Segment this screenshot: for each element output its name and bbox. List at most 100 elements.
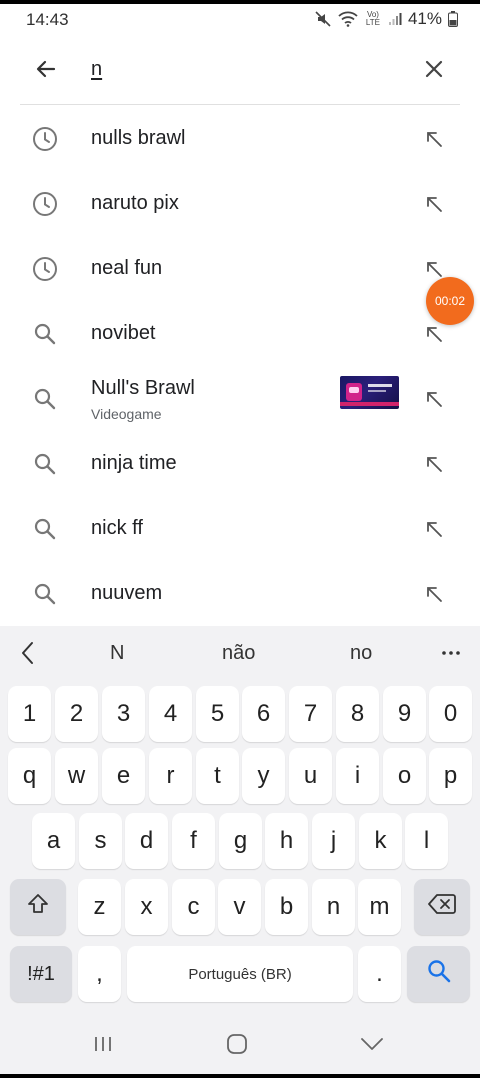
signal-icon bbox=[388, 12, 402, 26]
key-l[interactable]: l bbox=[405, 813, 448, 869]
suggestion-row[interactable]: novibet bbox=[0, 301, 480, 366]
suggestion-row[interactable]: ninja time bbox=[0, 431, 480, 496]
recent-apps-icon[interactable] bbox=[88, 1032, 118, 1056]
key-i[interactable]: i bbox=[336, 748, 379, 804]
prediction-2[interactable]: não bbox=[222, 642, 255, 665]
status-bar: 14:43 Vo) LTE 41% bbox=[0, 0, 480, 38]
arrow-left-icon bbox=[34, 57, 58, 86]
key-u[interactable]: u bbox=[289, 748, 332, 804]
keyboard: N não no 1 2 3 4 5 6 7 8 9 0 q w e r t y… bbox=[0, 626, 480, 1078]
key-f[interactable]: f bbox=[172, 813, 215, 869]
search-icon bbox=[31, 320, 59, 348]
symbols-key[interactable]: !#1 bbox=[10, 946, 72, 1002]
key-4[interactable]: 4 bbox=[149, 686, 192, 742]
hide-keyboard-chevron-down-icon[interactable] bbox=[357, 1032, 387, 1056]
key-6[interactable]: 6 bbox=[242, 686, 285, 742]
key-r[interactable]: r bbox=[149, 748, 192, 804]
fill-query-arrow-icon[interactable] bbox=[422, 322, 446, 346]
key-c[interactable]: c bbox=[172, 879, 215, 935]
key-8[interactable]: 8 bbox=[336, 686, 379, 742]
battery-percentage: 41% bbox=[407, 9, 442, 28]
game-logo-icon bbox=[346, 383, 362, 401]
suggestion-text: Null's Brawl bbox=[91, 377, 195, 399]
suggestion-text: ninja time bbox=[91, 452, 177, 474]
fill-query-arrow-icon[interactable] bbox=[422, 517, 446, 541]
key-3[interactable]: 3 bbox=[102, 686, 145, 742]
search-input[interactable]: n bbox=[91, 58, 102, 81]
search-icon bbox=[31, 450, 59, 478]
more-options-icon[interactable] bbox=[441, 642, 461, 668]
app-thumbnail bbox=[340, 376, 399, 409]
suggestion-row[interactable]: nick ff bbox=[0, 496, 480, 561]
search-divider bbox=[20, 104, 460, 105]
key-y[interactable]: y bbox=[242, 748, 285, 804]
key-t[interactable]: t bbox=[196, 748, 239, 804]
fill-query-arrow-icon[interactable] bbox=[422, 192, 446, 216]
back-button[interactable] bbox=[28, 53, 64, 89]
keyboard-toolbar: N não no bbox=[0, 626, 480, 682]
key-j[interactable]: j bbox=[312, 813, 355, 869]
key-0[interactable]: 0 bbox=[429, 686, 472, 742]
search-icon bbox=[426, 958, 452, 991]
search-action-key[interactable] bbox=[407, 946, 470, 1002]
app-suggestion-row[interactable]: Null's Brawl Videogame bbox=[0, 366, 480, 431]
battery-icon bbox=[448, 11, 458, 27]
key-2[interactable]: 2 bbox=[55, 686, 98, 742]
backspace-key[interactable] bbox=[414, 879, 470, 935]
key-o[interactable]: o bbox=[383, 748, 426, 804]
fill-query-arrow-icon[interactable] bbox=[422, 452, 446, 476]
key-7[interactable]: 7 bbox=[289, 686, 332, 742]
shift-key[interactable] bbox=[10, 879, 66, 935]
key-1[interactable]: 1 bbox=[8, 686, 51, 742]
history-clock-icon bbox=[31, 255, 59, 283]
key-s[interactable]: s bbox=[79, 813, 122, 869]
key-q[interactable]: q bbox=[8, 748, 51, 804]
key-v[interactable]: v bbox=[218, 879, 261, 935]
suggestion-row[interactable]: naruto pix bbox=[0, 171, 480, 236]
search-icon bbox=[31, 385, 59, 413]
key-w[interactable]: w bbox=[55, 748, 98, 804]
fill-query-arrow-icon[interactable] bbox=[422, 582, 446, 606]
mute-icon bbox=[314, 10, 332, 28]
space-key[interactable]: Português (BR) bbox=[127, 946, 353, 1002]
search-icon bbox=[31, 580, 59, 608]
key-n[interactable]: n bbox=[312, 879, 355, 935]
prediction-1[interactable]: N bbox=[110, 642, 124, 665]
key-m[interactable]: m bbox=[358, 879, 401, 935]
volte-lte-icon: Vo) LTE bbox=[365, 10, 380, 27]
key-a[interactable]: a bbox=[32, 813, 75, 869]
fill-query-arrow-icon[interactable] bbox=[422, 127, 446, 151]
collapse-toolbar-button[interactable] bbox=[18, 640, 38, 672]
close-icon bbox=[424, 59, 444, 84]
suggestion-text: naruto pix bbox=[91, 192, 179, 214]
key-g[interactable]: g bbox=[219, 813, 262, 869]
key-h[interactable]: h bbox=[265, 813, 308, 869]
suggestion-row[interactable]: nuuvem bbox=[0, 561, 480, 626]
key-x[interactable]: x bbox=[125, 879, 168, 935]
key-9[interactable]: 9 bbox=[383, 686, 426, 742]
key-z[interactable]: z bbox=[78, 879, 121, 935]
fill-query-arrow-icon[interactable] bbox=[422, 387, 446, 411]
screen-recording-timer[interactable]: 00:02 bbox=[426, 277, 474, 325]
wifi-icon bbox=[338, 11, 358, 27]
key-5[interactable]: 5 bbox=[196, 686, 239, 742]
key-d[interactable]: d bbox=[125, 813, 168, 869]
prediction-3[interactable]: no bbox=[350, 642, 372, 665]
clear-search-button[interactable] bbox=[416, 53, 452, 89]
key-b[interactable]: b bbox=[265, 879, 308, 935]
screen-bottom-edge bbox=[0, 1074, 480, 1078]
suggestion-row[interactable]: neal fun bbox=[0, 236, 480, 301]
system-navigation-bar bbox=[0, 1014, 480, 1078]
search-icon bbox=[31, 515, 59, 543]
suggestion-text: nulls brawl bbox=[91, 127, 186, 149]
period-key[interactable]: . bbox=[358, 946, 401, 1002]
key-k[interactable]: k bbox=[359, 813, 402, 869]
key-p[interactable]: p bbox=[429, 748, 472, 804]
suggestion-text: nick ff bbox=[91, 517, 143, 539]
comma-key[interactable]: , bbox=[78, 946, 121, 1002]
suggestion-text: nuuvem bbox=[91, 582, 163, 604]
suggestion-row[interactable]: nulls brawl bbox=[0, 106, 480, 171]
search-bar: n bbox=[0, 38, 480, 104]
home-icon[interactable] bbox=[222, 1032, 252, 1056]
key-e[interactable]: e bbox=[102, 748, 145, 804]
